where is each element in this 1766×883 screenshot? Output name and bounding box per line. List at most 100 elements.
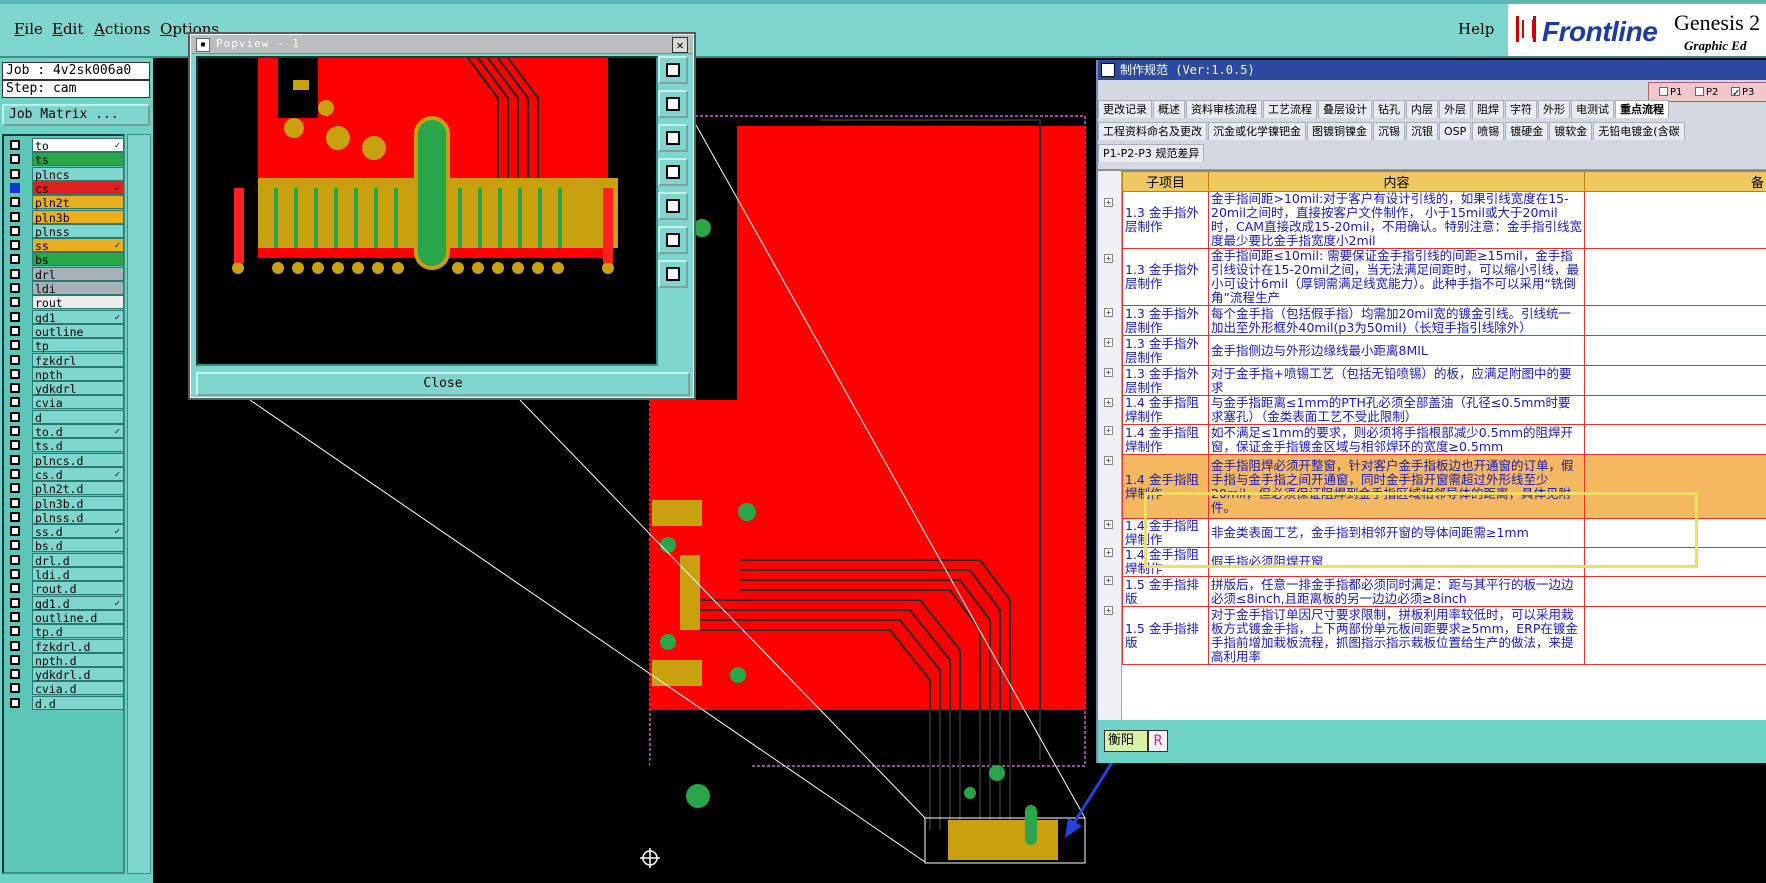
- layer-name[interactable]: ss.d ✓: [32, 524, 124, 539]
- layer-name[interactable]: drl.d: [32, 552, 124, 568]
- layer-row[interactable]: rout.d: [6, 581, 125, 596]
- expand-row-icon[interactable]: +: [1104, 398, 1113, 407]
- layer-name[interactable]: rout: [32, 295, 124, 310]
- layer-checkbox[interactable]: [10, 583, 20, 594]
- layer-row[interactable]: ts.d: [6, 438, 125, 453]
- layer-row[interactable]: pln3b.d: [6, 495, 125, 511]
- cell-note[interactable]: [1584, 547, 1766, 577]
- column-header-content[interactable]: 内容: [1208, 171, 1585, 192]
- expand-row-icon[interactable]: +: [1104, 308, 1113, 317]
- cell-note[interactable]: [1584, 424, 1766, 455]
- layer-name[interactable]: cvia.d: [32, 681, 124, 696]
- layer-row[interactable]: cs.d ✓: [6, 466, 125, 482]
- layer-name[interactable]: fzkdrl: [32, 352, 124, 368]
- table-row[interactable]: 1.3 金手指外层制作 金手指侧边与外形边缘线最小距离8MIL: [1122, 335, 1766, 366]
- expand-row-icon[interactable]: +: [1104, 576, 1113, 585]
- layer-name[interactable]: npth: [32, 366, 124, 382]
- layer-row[interactable]: fzkdrl.d: [6, 638, 125, 654]
- layer-row[interactable]: ldi.d: [6, 567, 125, 582]
- layer-row[interactable]: rout: [6, 295, 125, 310]
- cell-content[interactable]: 金手指间距≤10mil: 需要保证金手指引线的间距≥15mil，金手指引线设计在…: [1208, 248, 1585, 306]
- layer-name[interactable]: cs.d ✓: [32, 466, 124, 482]
- layer-row[interactable]: tp: [6, 338, 125, 353]
- layer-row[interactable]: pln3b: [6, 209, 125, 225]
- cell-sub-item[interactable]: 1.3 金手指外层制作: [1122, 305, 1209, 336]
- layer-name[interactable]: rout.d: [32, 581, 124, 596]
- layer-name[interactable]: ldi.d: [32, 567, 124, 582]
- layer-row[interactable]: ts: [6, 152, 125, 167]
- layer-name[interactable]: gd1 ✓: [32, 309, 124, 325]
- cell-note[interactable]: [1584, 335, 1766, 366]
- layer-checkbox[interactable]: [10, 411, 20, 422]
- popview-tool-2[interactable]: [658, 90, 688, 118]
- layer-checkbox[interactable]: [10, 569, 20, 579]
- cell-sub-item[interactable]: 1.5 金手指排版: [1122, 606, 1209, 665]
- layer-name[interactable]: ts: [32, 152, 124, 167]
- layer-row[interactable]: bs: [6, 252, 125, 267]
- cell-note[interactable]: [1584, 365, 1766, 396]
- spec-tab[interactable]: 字符: [1505, 100, 1537, 118]
- cell-sub-item[interactable]: 1.4 金手指阻焊制作: [1122, 454, 1209, 519]
- layer-checkbox[interactable]: [10, 640, 20, 651]
- spec-tab[interactable]: 工程资料命名及更改: [1098, 122, 1207, 140]
- table-row[interactable]: 1.3 金手指外层制作 金手指间距>10mil:对于客户有设计引线的，如果引线宽度…: [1122, 191, 1766, 249]
- cell-note[interactable]: [1584, 305, 1766, 336]
- cell-content[interactable]: 假手指必须阻焊开窗: [1208, 547, 1585, 577]
- cell-sub-item[interactable]: 1.3 金手指外层制作: [1122, 365, 1209, 396]
- menu-edit[interactable]: Edit: [52, 20, 83, 38]
- table-row[interactable]: 1.4 金手指阻焊制作 如不满足≤1mm的要求，则必须将手指根部减少0.5mm的阻…: [1122, 424, 1766, 455]
- popview-titlebar[interactable]: ▪ Popview - 1 ✕: [192, 36, 692, 54]
- layer-checkbox[interactable]: [10, 540, 20, 551]
- table-row[interactable]: 1.4 金手指阻焊制作 与金手指距离≤1mm的PTH孔必须全部盖油（孔径≤0.5m…: [1122, 395, 1766, 425]
- spec-tab[interactable]: 镀硬金: [1505, 122, 1549, 140]
- layer-row[interactable]: to ✓: [6, 138, 125, 153]
- layer-name[interactable]: ss ✓: [32, 238, 124, 253]
- spec-tab[interactable]: OSP: [1439, 122, 1472, 140]
- layer-row[interactable]: fzkdrl: [6, 352, 125, 368]
- layer-checkbox[interactable]: [10, 283, 20, 293]
- layer-name[interactable]: bs.d: [32, 538, 124, 553]
- filter-p1[interactable]: P1: [1659, 87, 1682, 98]
- layer-checkbox[interactable]: [10, 340, 20, 351]
- window-menu-icon[interactable]: ▪: [196, 38, 210, 52]
- status-r-button[interactable]: R: [1148, 730, 1168, 752]
- menu-actions[interactable]: Actions: [94, 20, 150, 38]
- layer-row[interactable]: plnss.d: [6, 509, 125, 525]
- cell-content[interactable]: 对于金手指订单因尺寸要求限制，拼板利用率较低时，可以采用栽板方式镀金手指，上下两…: [1208, 606, 1585, 665]
- cell-sub-item[interactable]: 1.4 金手指阻焊制作: [1122, 547, 1209, 577]
- layer-checkbox[interactable]: [10, 154, 20, 165]
- table-row[interactable]: 1.3 金手指外层制作 对于金手指+喷锡工艺（包括无铅喷锡）的板，应满足附图中的要…: [1122, 365, 1766, 396]
- popview-tool-5[interactable]: [658, 192, 688, 220]
- cell-sub-item[interactable]: 1.5 金手指排版: [1122, 576, 1209, 607]
- layer-row[interactable]: drl: [6, 266, 125, 282]
- table-row[interactable]: 1.3 金手指外层制作 每个金手指（包括假手指）均需加20mil宽的镀金引线。引线…: [1122, 305, 1766, 336]
- spec-tab[interactable]: 电测试: [1571, 100, 1614, 118]
- layer-checkbox[interactable]: [10, 211, 20, 222]
- expand-row-icon[interactable]: +: [1104, 520, 1113, 529]
- layer-row[interactable]: plncs: [6, 166, 125, 182]
- menu-file[interactable]: File: [14, 20, 43, 38]
- cell-content[interactable]: 拼版后，任意一排金手指都必须同时满足：距与其平行的板一边边必须≤8inch,且距…: [1208, 576, 1585, 607]
- layer-row[interactable]: outline: [6, 323, 125, 339]
- layer-name[interactable]: bs: [32, 252, 124, 267]
- filter-p3[interactable]: ✓ P3: [1731, 87, 1754, 99]
- layer-checkbox[interactable]: [10, 325, 20, 336]
- layer-name[interactable]: plncs: [32, 166, 124, 182]
- layer-checkbox[interactable]: [10, 483, 20, 494]
- layer-row[interactable]: plncs.d: [6, 452, 125, 468]
- cell-note[interactable]: [1584, 191, 1766, 249]
- cell-content[interactable]: 对于金手指+喷锡工艺（包括无铅喷锡）的板，应满足附图中的要求: [1208, 365, 1585, 396]
- layer-checkbox[interactable]: [10, 254, 20, 265]
- layer-checkbox[interactable]: [10, 554, 20, 565]
- layer-checkbox[interactable]: [10, 297, 20, 308]
- spec-tab[interactable]: 工艺流程: [1263, 100, 1317, 118]
- cell-note[interactable]: [1584, 518, 1766, 548]
- layer-checkbox[interactable]: [10, 225, 20, 236]
- layer-name[interactable]: cs ✓: [32, 180, 124, 196]
- layer-checkbox[interactable]: [10, 426, 20, 436]
- layer-name[interactable]: pln3b.d: [32, 495, 124, 511]
- layer-checkbox[interactable]: [10, 511, 20, 522]
- cell-content[interactable]: 每个金手指（包括假手指）均需加20mil宽的镀金引线。引线统一加出至外形框外40…: [1208, 305, 1585, 336]
- layer-checkbox[interactable]: [10, 654, 20, 665]
- layer-row[interactable]: to.d ✓: [6, 424, 125, 439]
